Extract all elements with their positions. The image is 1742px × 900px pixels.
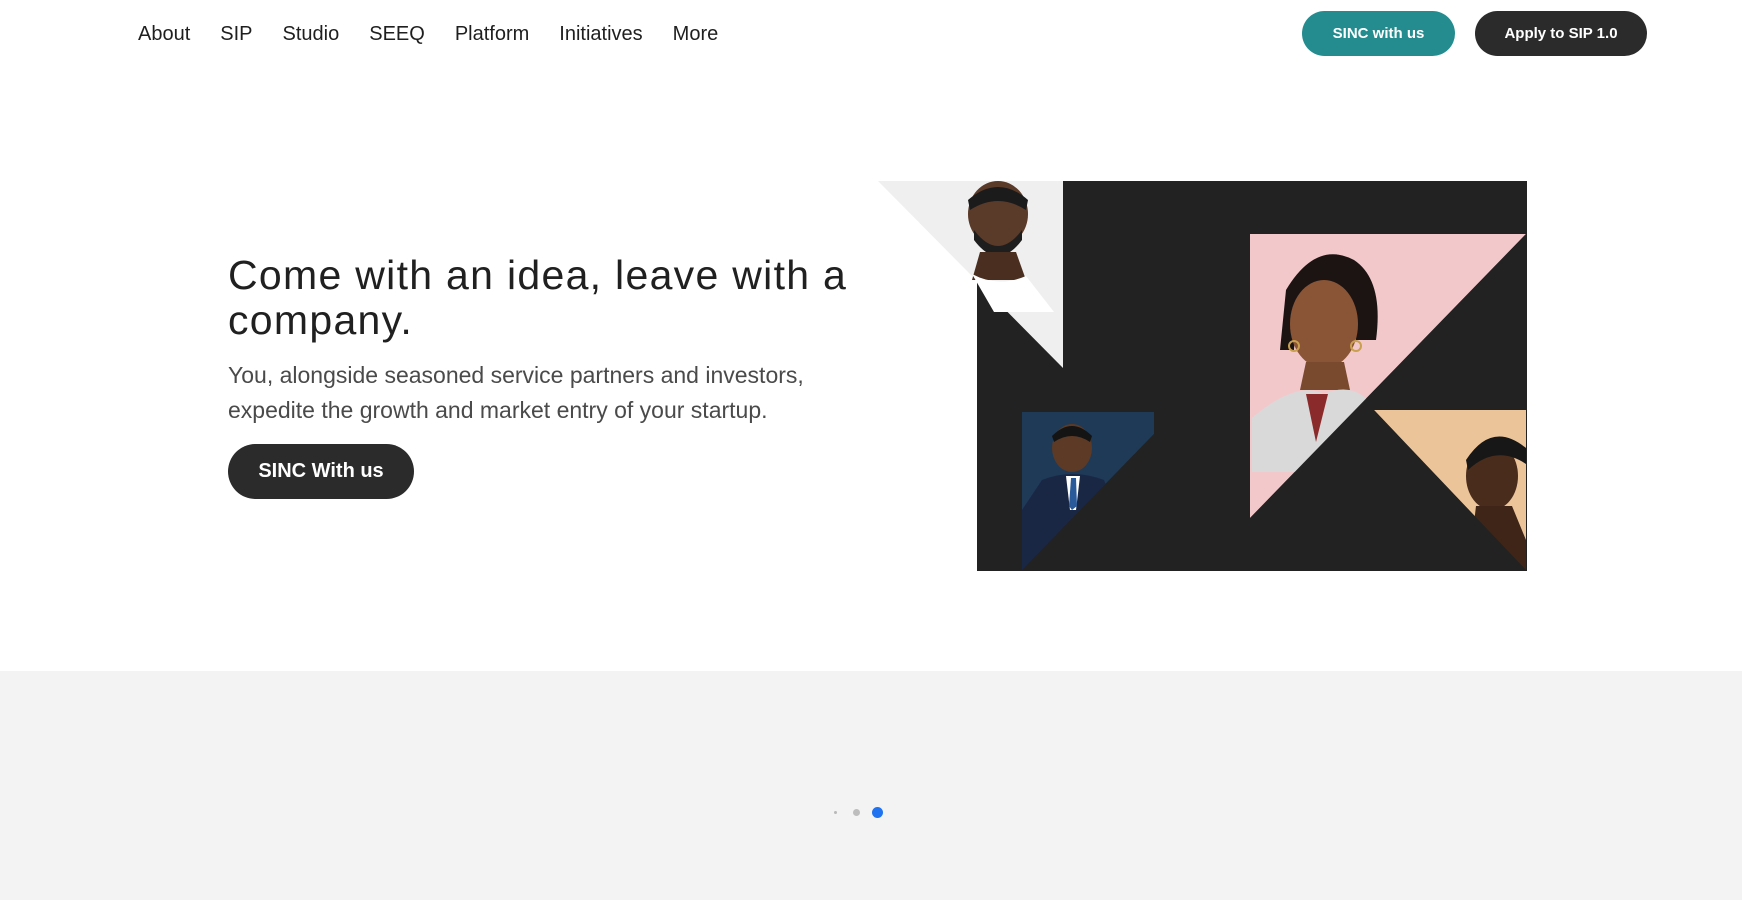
carousel-dot-1[interactable] [834,810,837,814]
page: About SIP Studio SEEQ Platform Initiativ… [0,0,1742,900]
nav-link-seeq[interactable]: SEEQ [369,20,425,48]
top-nav: About SIP Studio SEEQ Platform Initiativ… [0,0,1742,68]
nav-link-more[interactable]: More [673,20,719,48]
nav-links: About SIP Studio SEEQ Platform Initiativ… [138,20,748,48]
carousel-dot-2[interactable] [853,808,860,816]
nav-link-about[interactable]: About [138,20,190,48]
nav-link-sip[interactable]: SIP [220,20,252,48]
sinc-with-us-nav-button[interactable]: SINC with us [1302,11,1455,56]
nav-link-initiatives[interactable]: Initiatives [559,20,642,48]
hero-subtitle: You, alongside seasoned service partners… [228,362,804,423]
nav-link-studio[interactable]: Studio [283,20,340,48]
sinc-with-us-hero-button[interactable]: SINC With us [228,444,414,499]
nav-link-platform[interactable]: Platform [455,20,529,48]
carousel-dot-3-active[interactable] [872,806,883,818]
carousel-pager [834,805,883,819]
testimonial-band [0,671,1742,900]
hero-title: Come with an idea, leave with a company. [228,252,848,343]
apply-to-sip-button[interactable]: Apply to SIP 1.0 [1475,11,1647,56]
hero-illustration [878,181,1527,571]
